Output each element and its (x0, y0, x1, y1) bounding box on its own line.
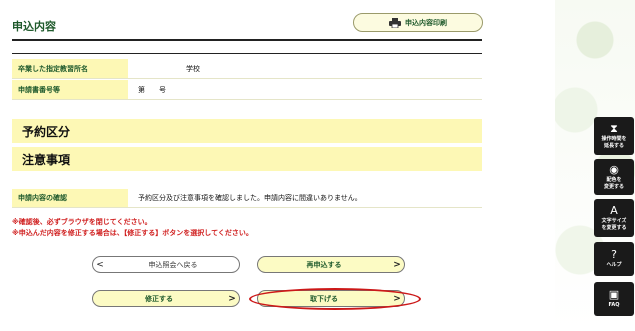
extend-time-button[interactable]: ⧗ 操作時間を 延長する (594, 117, 634, 155)
hourglass-icon: ⧗ (610, 121, 618, 135)
side-label: ヘルプ (606, 262, 622, 268)
color-scheme-button[interactable]: ◉ 配色を 変更する (594, 159, 634, 195)
help-button[interactable]: ? ヘルプ (594, 242, 634, 276)
reapply-button-label: 再申込する (306, 260, 342, 269)
print-button-label: 申込内容印刷 (405, 18, 447, 27)
detail-row-number: 申請書番号等 第 号 (12, 80, 482, 100)
confirm-value: 予約区分及び注意事項を確認しました。申請内容に間違いありません。 (138, 194, 362, 202)
divider (12, 39, 482, 41)
confirm-row: 申請内容の確認 予約区分及び注意事項を確認しました。申請内容に間違いありません。 (12, 189, 482, 208)
detail-label: 申請書番号等 (12, 80, 128, 99)
print-button[interactable]: 申込内容印刷 (353, 13, 483, 32)
edit-button-label: 修正する (145, 294, 173, 303)
reapply-button[interactable]: 再申込する > (257, 256, 405, 273)
side-label: 配色を 変更する (603, 176, 624, 190)
section-notice: 注意事項 (12, 147, 482, 171)
edit-button[interactable]: 修正する > (92, 290, 240, 307)
side-label: 操作時間を 延長する (601, 135, 627, 149)
detail-value: 学校 (186, 64, 200, 73)
side-label: FAQ (608, 302, 620, 308)
page: { "header": { "title": "申込内容", "print_la… (0, 0, 635, 331)
chevron-left-icon: < (96, 259, 104, 270)
warning-note: ※確認後、必ずブラウザを閉じてください。 (12, 218, 152, 226)
divider (12, 53, 482, 54)
printer-icon (389, 17, 401, 28)
chevron-right-icon: > (393, 259, 401, 270)
detail-row-school: 卒業した指定教習所名 学校 (12, 59, 482, 79)
confirm-label: 申請内容の確認 (12, 189, 128, 207)
detail-label: 卒業した指定教習所名 (12, 59, 128, 78)
faq-icon: ▣ (608, 288, 620, 301)
faq-button[interactable]: ▣ FAQ (594, 282, 634, 316)
font-size-button[interactable]: A 文字サイズ を変更する (594, 199, 634, 237)
page-title: 申込内容 (12, 20, 56, 33)
chevron-right-icon: > (228, 293, 236, 304)
warning-note: ※申込んだ内容を修正する場合は、【修正する】ボタンを選択してください。 (12, 229, 253, 237)
section-reservation: 予約区分 (12, 119, 482, 143)
help-icon: ? (611, 248, 617, 261)
highlight-ring (249, 288, 421, 310)
back-button-label: 申込照会へ戻る (148, 260, 198, 269)
side-label: 文字サイズ を変更する (601, 217, 627, 231)
detail-value: 第 号 (138, 85, 166, 94)
palette-icon: ◉ (609, 162, 619, 176)
font-size-icon: A (610, 203, 618, 217)
back-to-inquiry-button[interactable]: < 申込照会へ戻る (92, 256, 240, 273)
